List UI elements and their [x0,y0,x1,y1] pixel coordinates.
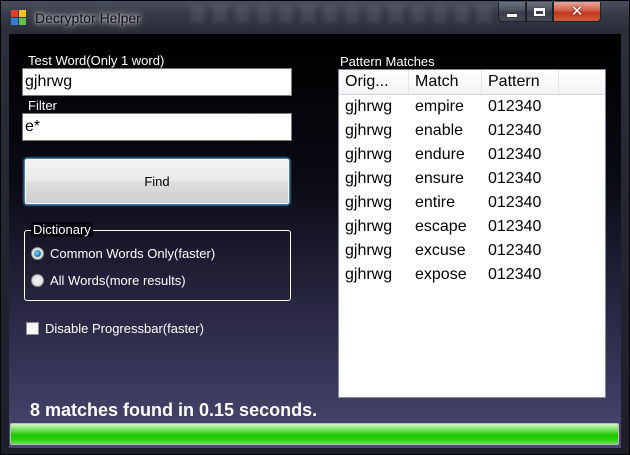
dictionary-group: Dictionary Common Words Only(faster) All… [24,222,291,301]
decryptor-app-icon [11,10,27,26]
close-icon: ✕ [570,3,584,20]
table-cell: 012340 [488,98,542,115]
filter-label: Filter [28,98,57,113]
close-button[interactable]: ✕ [553,2,601,22]
radio-unselected-icon[interactable] [31,274,44,287]
title-bar[interactable]: Decryptor Helper ✕ [1,1,629,34]
table-row[interactable]: gjhrwg expose 012340 [339,263,605,287]
list-header: Orig... Match Pattern [339,70,605,95]
disable-progressbar-option[interactable]: Disable Progressbar(faster) [26,321,204,336]
status-text: 8 matches found in 0.15 seconds. [30,400,318,420]
table-cell: 012340 [488,194,542,211]
find-button[interactable]: Find [24,158,290,205]
table-cell: gjhrwg [345,266,393,283]
table-row[interactable]: gjhrwg ensure 012340 [339,167,605,191]
table-cell: gjhrwg [345,98,393,115]
table-cell: ensure [415,170,464,187]
table-cell: empire [415,98,464,115]
filter-input[interactable] [22,113,292,141]
window-title: Decryptor Helper [35,10,141,26]
maximize-icon [534,7,545,16]
pattern-matches-label: Pattern Matches [340,54,435,69]
table-cell: 012340 [488,122,542,139]
table-cell: 012340 [488,218,542,235]
table-cell: enable [415,122,464,139]
table-cell: 012340 [488,242,542,259]
minimize-icon [507,13,517,17]
client-area: Test Word(Only 1 word) Filter Find Dicti… [9,34,621,448]
table-cell: 012340 [488,170,542,187]
main-window: Decryptor Helper ✕ Test Word(Only 1 word… [0,0,630,455]
table-cell: 012340 [488,266,542,283]
table-cell: entire [415,194,456,211]
table-cell: gjhrwg [345,146,393,163]
table-row[interactable]: gjhrwg endure 012340 [339,143,605,167]
table-cell: escape [415,218,467,235]
table-row[interactable]: gjhrwg excuse 012340 [339,239,605,263]
minimize-button[interactable] [498,2,526,22]
column-header-pattern[interactable]: Pattern [482,70,559,94]
table-row[interactable]: gjhrwg escape 012340 [339,215,605,239]
radio-common-words[interactable]: Common Words Only(faster) [31,246,215,261]
table-cell: gjhrwg [345,194,393,211]
table-cell: gjhrwg [345,170,393,187]
test-word-label: Test Word(Only 1 word) [28,53,165,68]
table-cell: expose [415,266,467,283]
dictionary-legend: Dictionary [31,222,93,237]
disable-progressbar-label: Disable Progressbar(faster) [45,321,204,336]
radio-selected-icon[interactable] [31,247,44,260]
radio-common-words-label: Common Words Only(faster) [50,246,216,261]
column-header-original[interactable]: Orig... [339,70,409,94]
table-cell: endure [415,146,465,163]
maximize-button[interactable] [526,2,553,22]
list-body: gjhrwg empire 012340 gjhrwg enable 012340 gjhr… [339,95,605,287]
progress-bar-fill [11,424,618,444]
progress-bar [10,423,619,445]
radio-all-words-label: All Words(more results) [50,273,186,288]
pattern-matches-list[interactable]: Orig... Match Pattern gjhrwg empire 012340… [338,69,606,398]
table-row[interactable]: gjhrwg entire 012340 [339,191,605,215]
test-word-input[interactable] [22,68,292,96]
column-header-match[interactable]: Match [409,70,482,94]
table-cell: excuse [415,242,466,259]
table-cell: 012340 [488,146,542,163]
table-cell: gjhrwg [345,218,393,235]
table-cell: gjhrwg [345,122,393,139]
table-row[interactable]: gjhrwg empire 012340 [339,95,605,119]
checkbox-unchecked-icon[interactable] [26,322,39,335]
table-row[interactable]: gjhrwg enable 012340 [339,119,605,143]
radio-all-words[interactable]: All Words(more results) [31,273,186,288]
table-cell: gjhrwg [345,242,393,259]
